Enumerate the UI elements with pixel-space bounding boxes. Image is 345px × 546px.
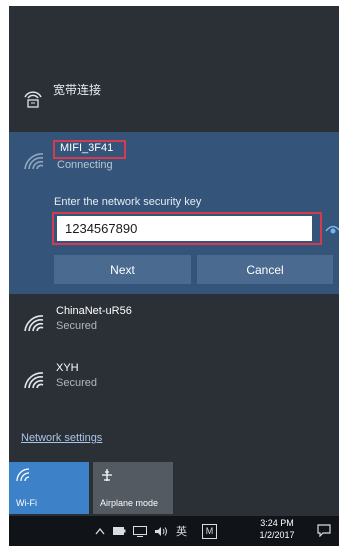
network-item-xyh[interactable]: XYH Secured [9,357,339,405]
ime-mode-label: M [202,523,217,539]
clock[interactable]: 3:24 PM 1/2/2017 [253,518,301,540]
security-key-prompt: Enter the network security key [54,196,202,208]
input-language-button[interactable]: 英 [176,516,187,546]
volume-icon [155,526,167,536]
airplane-icon [102,469,112,481]
wifi-icon [24,315,44,332]
security-key-input[interactable] [57,216,312,241]
network-tray-button[interactable] [133,516,147,546]
input-language-label: 英 [176,526,187,538]
airplane-tile-label: Airplane mode [100,498,159,508]
ime-mode-button[interactable]: M [202,516,217,546]
airplane-mode-tile[interactable]: Airplane mode [93,462,173,514]
cancel-button[interactable]: Cancel [197,255,333,284]
taskbar: 英 M 3:24 PM 1/2/2017 [9,516,339,546]
next-button[interactable]: Next [54,255,191,284]
action-center-icon[interactable] [317,524,331,537]
broadband-label: 宽带连接 [53,83,102,97]
selected-network-panel: MIFI_3F41 Connecting Enter the network s… [9,132,339,294]
volume-tray-button[interactable] [154,516,168,546]
wifi-tile-label: Wi-Fi [16,498,37,508]
wifi-toggle-tile[interactable]: Wi-Fi [9,462,89,514]
broadband-connection-item[interactable]: 宽带连接 [9,69,339,129]
wifi-icon [24,153,44,170]
show-hidden-icons-button[interactable] [95,516,105,546]
network-security: Secured [56,377,97,389]
network-item-chinanet[interactable]: ChinaNet-uR56 Secured [9,300,339,348]
clock-date: 1/2/2017 [259,530,295,540]
wifi-icon [24,372,44,389]
clock-time: 3:24 PM [260,518,294,528]
network-ssid: ChinaNet-uR56 [56,305,132,317]
battery-icon [113,527,126,535]
chevron-up-icon [95,527,105,535]
network-icon [133,525,147,537]
connection-status: Connecting [57,159,113,171]
network-flyout: 宽带连接 MIFI_3F41 Connecting Enter the netw… [9,6,339,516]
wifi-icon [16,468,30,482]
selected-ssid: MIFI_3F41 [60,142,114,154]
network-settings-link[interactable]: Network settings [21,432,102,444]
reveal-password-icon[interactable] [325,222,339,236]
network-security: Secured [56,320,97,332]
network-ssid: XYH [56,362,79,374]
battery-tray-button[interactable] [113,516,126,546]
dialup-icon [24,91,42,108]
